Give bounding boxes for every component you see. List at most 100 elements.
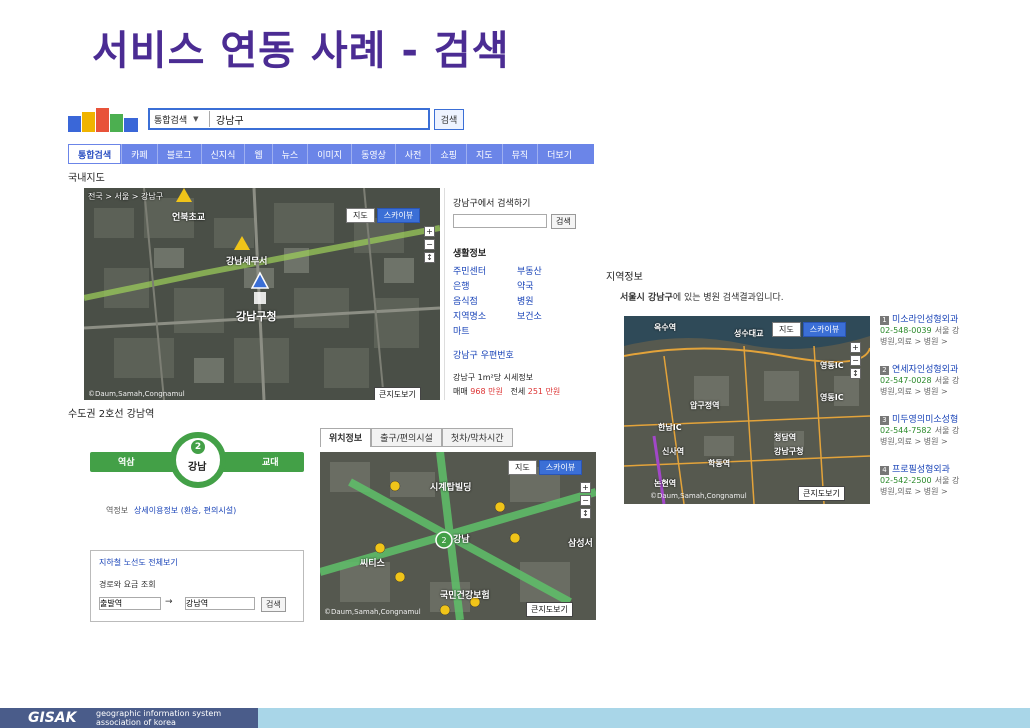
rent-value: 251 만원 xyxy=(527,387,561,396)
zoom-out-icon[interactable]: − xyxy=(850,355,861,366)
station-info-label: 역정보 xyxy=(106,506,129,515)
expand-icon[interactable]: ↕ xyxy=(850,368,861,379)
skyview-button[interactable]: 스카이뷰 xyxy=(802,322,847,337)
life-item[interactable]: 병원 xyxy=(517,294,534,307)
local-map[interactable]: 옥수역 성수대교 영동IC 영동IC 한남IC 신사역 압구정역 논현역 청담역… xyxy=(624,316,870,504)
tab-video[interactable]: 동영상 xyxy=(351,144,395,164)
daum-logo[interactable] xyxy=(68,108,140,134)
map-label: 압구정역 xyxy=(690,401,720,410)
zoom-in-icon[interactable]: + xyxy=(850,342,861,353)
search-scope-select[interactable]: 통합검색 ▼ xyxy=(150,111,210,127)
station-map[interactable]: 2 시계탑빌딩 씨티스 국민건강보험 강남 삼성서 지도 스카이뷰 + − ↕ … xyxy=(320,452,596,620)
result-category: 병원,의료 > 병원 > xyxy=(880,487,948,496)
line-number-badge: 2 xyxy=(191,440,205,454)
zoom-out-icon[interactable]: − xyxy=(580,495,591,506)
result-number: 3 xyxy=(880,416,889,425)
local-info-desc-text: 에 있는 병원 검색결과입니다. xyxy=(672,293,784,303)
tab-knowledge[interactable]: 신지식 xyxy=(200,144,245,164)
result-name[interactable]: 미소라인성형외과 xyxy=(892,315,958,325)
side-search-input[interactable] xyxy=(453,214,547,228)
life-item[interactable]: 지역명소 xyxy=(453,309,486,322)
tab-web[interactable]: 웹 xyxy=(244,144,271,164)
station-tabs: 위치정보 출구/편의시설 첫차/막차시간 xyxy=(320,428,513,447)
life-item[interactable]: 마트 xyxy=(453,324,470,337)
expand-icon[interactable]: ↕ xyxy=(580,508,591,519)
life-item[interactable]: 주민센터 xyxy=(453,264,486,277)
skyview-button[interactable]: 스카이뷰 xyxy=(376,208,421,223)
footer-line1: geographic information system xyxy=(96,709,222,718)
result-item[interactable]: 3 미두영의미소성형 02-544-7582 서울 강 병원,의료 > 병원 > xyxy=(880,412,980,447)
section-label-domestic-map: 국내지도 xyxy=(68,173,105,184)
tab-exits[interactable]: 출구/편의시설 xyxy=(371,428,442,447)
search-button[interactable]: 검색 xyxy=(434,109,464,130)
district-map[interactable]: 전국 > 서울 > 강남구 언북초교 강남세무서 강남구청 지도 스카이뷰 + … xyxy=(84,188,440,400)
prev-station[interactable]: 역삼 xyxy=(118,455,135,468)
map-label: 성수대교 xyxy=(734,329,764,338)
tab-music[interactable]: 뮤직 xyxy=(501,144,538,164)
life-item[interactable]: 음식점 xyxy=(453,294,478,307)
bigmap-button[interactable]: 큰지도보기 xyxy=(798,486,845,501)
result-region: 서울 강 xyxy=(934,326,960,335)
result-item[interactable]: 4 프로필성형외과 02-542-2500 서울 강 병원,의료 > 병원 > xyxy=(880,462,980,497)
tab-news[interactable]: 뉴스 xyxy=(271,144,308,164)
life-item[interactable]: 보건소 xyxy=(517,309,542,322)
life-info-title: 생활정보 xyxy=(453,249,487,259)
tab-more[interactable]: 더보기 xyxy=(537,144,581,164)
result-name[interactable]: 프로필성형외과 xyxy=(892,465,950,475)
map-label: 한남IC xyxy=(658,423,682,432)
side-search-button[interactable]: 검색 xyxy=(551,214,576,229)
result-name[interactable]: 연세자인성형외과 xyxy=(892,365,958,375)
result-category: 병원,의료 > 병원 > xyxy=(880,437,948,446)
result-item[interactable]: 2 연세자인성형외과 02-547-0028 서울 강 병원,의료 > 병원 > xyxy=(880,362,980,397)
zoom-in-icon[interactable]: + xyxy=(424,226,435,237)
next-station[interactable]: 교대 xyxy=(262,455,279,468)
station-info-link[interactable]: 상세이용정보 (환승, 편의시설) xyxy=(134,505,236,516)
fare-search-button[interactable]: 검색 xyxy=(261,597,286,612)
tab-map[interactable]: 지도 xyxy=(466,144,502,164)
tab-dictionary[interactable]: 사전 xyxy=(394,144,431,164)
result-name[interactable]: 미두영의미소성형 xyxy=(892,415,958,425)
tab-integrated[interactable]: 통합검색 xyxy=(68,144,122,164)
tab-image[interactable]: 이미지 xyxy=(307,144,351,164)
arrow-right-icon: → xyxy=(165,597,173,607)
result-number: 4 xyxy=(880,466,889,475)
map-view-button[interactable]: 지도 xyxy=(772,322,801,337)
map-view-button[interactable]: 지도 xyxy=(346,208,375,223)
route-map-link[interactable]: 지하철 노선도 전체보기 xyxy=(99,557,178,568)
tab-schedule[interactable]: 첫차/막차시간 xyxy=(441,428,513,447)
result-region: 서울 강 xyxy=(934,376,960,385)
section-label-subway: 수도권 2호선 강남역 xyxy=(68,409,155,420)
local-info-desc: 서울시 강남구에 있는 병원 검색결과입니다. xyxy=(620,290,784,303)
map-label: 강남세무서 xyxy=(226,257,268,267)
result-phone: 02-548-0039 xyxy=(880,326,932,335)
result-region: 서울 강 xyxy=(934,426,960,435)
search-input[interactable] xyxy=(210,111,428,127)
result-item[interactable]: 1 미소라인성형외과 02-548-0039 서울 강 병원,의료 > 병원 > xyxy=(880,312,980,347)
expand-icon[interactable]: ↕ xyxy=(424,252,435,263)
result-phone: 02-542-2500 xyxy=(880,476,932,485)
postcode-link[interactable]: 강남구 우편번호 xyxy=(453,348,514,361)
tab-cafe[interactable]: 카페 xyxy=(121,144,157,164)
to-station-input[interactable] xyxy=(185,597,255,610)
side-search-title: 강남구에서 검색하기 xyxy=(453,199,531,209)
price-title: 강남구 1m²당 시세정보 xyxy=(453,373,534,382)
life-item[interactable]: 약국 xyxy=(517,279,534,292)
map-view-button[interactable]: 지도 xyxy=(508,460,537,475)
sale-value: 968 만원 xyxy=(470,387,503,396)
rent-label: 전세 xyxy=(510,387,526,396)
zoom-in-icon[interactable]: + xyxy=(580,482,591,493)
tab-shopping[interactable]: 쇼핑 xyxy=(430,144,466,164)
life-item[interactable]: 부동산 xyxy=(517,264,542,277)
skyview-button[interactable]: 스카이뷰 xyxy=(538,460,583,475)
map-view-toggle: 지도 스카이뷰 xyxy=(772,322,847,337)
bigmap-button[interactable]: 큰지도보기 xyxy=(374,387,421,400)
search-bar: 통합검색 ▼ xyxy=(148,108,430,130)
result-region: 서울 강 xyxy=(934,476,960,485)
map-breadcrumb[interactable]: 전국 > 서울 > 강남구 xyxy=(88,191,163,202)
from-station-input[interactable] xyxy=(99,597,161,610)
bigmap-button[interactable]: 큰지도보기 xyxy=(526,602,573,617)
zoom-out-icon[interactable]: − xyxy=(424,239,435,250)
tab-blog[interactable]: 블로그 xyxy=(156,144,201,164)
tab-location[interactable]: 위치정보 xyxy=(320,428,372,447)
life-item[interactable]: 은행 xyxy=(453,279,470,292)
